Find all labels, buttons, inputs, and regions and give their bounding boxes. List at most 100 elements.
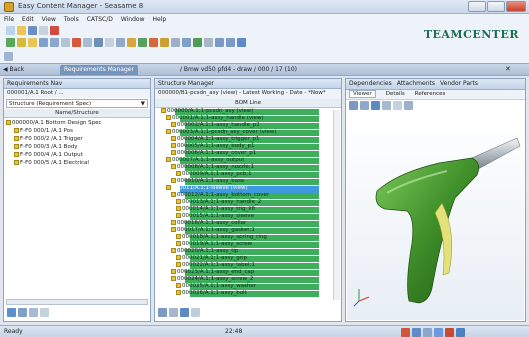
- user-icon[interactable]: [423, 328, 432, 337]
- paste-icon[interactable]: [50, 26, 59, 35]
- sync-icon[interactable]: [412, 328, 421, 337]
- table-row[interactable]: 000014/A.1;1-assy_trig_lift: [176, 206, 255, 213]
- help-icon[interactable]: [237, 38, 246, 47]
- table-row[interactable]: 000024/A.1;1-assy_screw_2: [171, 276, 253, 283]
- section-icon[interactable]: [393, 101, 402, 110]
- copy-icon[interactable]: [17, 38, 26, 47]
- table-row[interactable]: 000003/A.1;1-pcsdn_asy_cover (view): [166, 129, 276, 136]
- table-row[interactable]: 000015/A.1;1-assy_sleeve: [176, 213, 254, 220]
- menu-window[interactable]: Window: [117, 14, 149, 23]
- save-icon[interactable]: [28, 26, 37, 35]
- tree-item[interactable]: F-F0 000/1 /A.1 Pos: [6, 127, 148, 135]
- menu-help[interactable]: Help: [149, 14, 171, 23]
- mail-icon[interactable]: [445, 328, 454, 337]
- tab-attachments[interactable]: Attachments: [397, 80, 435, 87]
- fit-icon[interactable]: [382, 101, 391, 110]
- table-row[interactable]: 000021/A.1;1-assy_grip: [176, 255, 247, 262]
- expand-all-icon[interactable]: [158, 308, 167, 317]
- tree-item[interactable]: F-F0 000/3 /A.1 Body: [6, 143, 148, 151]
- table-row[interactable]: 000020/A.1;1-assy_tip: [171, 248, 238, 255]
- table-row[interactable]: 000012/A.1;1-assy_bottom_cover: [171, 192, 269, 199]
- folder-icon[interactable]: [28, 38, 37, 47]
- pan-icon[interactable]: [360, 101, 369, 110]
- menu-catscd[interactable]: CATSC/D: [83, 14, 117, 23]
- table-row[interactable]: 000008/A.1;1-assy_nozzle;1: [171, 164, 254, 171]
- table-row[interactable]: 000023/A.1;1-assy_end_cap: [171, 269, 254, 276]
- pencil-icon[interactable]: [127, 38, 136, 47]
- cut-icon[interactable]: [39, 26, 48, 35]
- table-row[interactable]: 000009/A.1;1-assy_pcb;1: [176, 171, 252, 178]
- table-row[interactable]: 000004/A.1;1-assy_trigger_p1: [171, 136, 260, 143]
- network-icon[interactable]: [434, 328, 443, 337]
- search-icon[interactable]: [50, 38, 59, 47]
- table-row[interactable]: 000026/A.1;1-assy_bolt: [176, 290, 247, 297]
- zoom-icon[interactable]: [371, 101, 380, 110]
- tab-references[interactable]: References: [415, 91, 446, 97]
- table-row[interactable]: 000006/A.1;1-assy_cover_p1: [171, 150, 256, 157]
- add-icon[interactable]: [7, 308, 16, 317]
- refresh-icon[interactable]: [6, 38, 15, 47]
- table-row[interactable]: 000000/A.1;1-pcsdn_asy (view): [161, 108, 253, 115]
- table-row[interactable]: 000010/A.1;1-assy_base: [171, 178, 244, 185]
- remove-icon[interactable]: [18, 308, 27, 317]
- table-row[interactable]: 000017/A.1;1-assy_gasket;1: [171, 227, 255, 234]
- table-row[interactable]: 000016/A.1;1-assy_collar: [171, 220, 246, 227]
- nav-close-icon[interactable]: ✕: [505, 65, 511, 73]
- tree-item[interactable]: F-F0 000/2 /A.1 Trigger: [6, 135, 148, 143]
- bom-scrollbar[interactable]: [333, 110, 340, 300]
- tree-item[interactable]: F-F0 000/5 /A.1 Electrical: [6, 159, 148, 167]
- tree-item[interactable]: F-F0 000/4 /A.1 Output: [6, 151, 148, 159]
- 3d-viewport[interactable]: [347, 113, 524, 320]
- link-icon[interactable]: [72, 38, 81, 47]
- tab-details[interactable]: Details: [386, 91, 405, 97]
- close-button[interactable]: [506, 1, 526, 12]
- edit-icon[interactable]: [29, 308, 38, 317]
- filter-icon[interactable]: [61, 38, 70, 47]
- collapse-all-icon[interactable]: [169, 308, 178, 317]
- print-icon[interactable]: [171, 38, 180, 47]
- checkout-icon[interactable]: [149, 38, 158, 47]
- find-icon[interactable]: [180, 308, 189, 317]
- export-icon[interactable]: [40, 308, 49, 317]
- grid-view-icon[interactable]: [191, 308, 200, 317]
- rotate-icon[interactable]: [349, 101, 358, 110]
- table-row[interactable]: 000018/A.1;1-assy_spring_ring: [176, 234, 267, 241]
- lock-icon[interactable]: [160, 38, 169, 47]
- table-row[interactable]: 000011/A.1;1-sleeve (view): [166, 185, 248, 192]
- menu-file[interactable]: File: [0, 14, 18, 23]
- notification-icon[interactable]: [401, 328, 410, 337]
- table-row[interactable]: 000022/A.1;1-assy_label;1: [176, 262, 255, 269]
- arrow-right-icon[interactable]: [226, 38, 235, 47]
- tree-icon[interactable]: [193, 38, 202, 47]
- info-icon[interactable]: [456, 328, 465, 337]
- back-button[interactable]: ◀ Back: [3, 66, 24, 73]
- menu-tools[interactable]: Tools: [60, 14, 83, 23]
- tab-requirements-manager[interactable]: Requirements Manager: [60, 65, 138, 75]
- table-row[interactable]: 000025/A.1;1-assy_washer: [176, 283, 256, 290]
- maximize-button[interactable]: [487, 1, 505, 12]
- checkin-icon[interactable]: [138, 38, 147, 47]
- requirements-scrollbar[interactable]: [6, 299, 148, 305]
- home-icon[interactable]: [39, 38, 48, 47]
- menu-edit[interactable]: Edit: [18, 14, 38, 23]
- expand-icon[interactable]: [94, 38, 103, 47]
- table-row[interactable]: 000001/A.1;1-assy_handle (view): [166, 115, 264, 122]
- arrow-left-icon[interactable]: [215, 38, 224, 47]
- structure-dropdown[interactable]: Structure (Requirement Spec) ▼: [6, 99, 148, 108]
- grid-icon[interactable]: [116, 38, 125, 47]
- pin-icon[interactable]: [4, 52, 13, 61]
- table-row[interactable]: 000019/A.1;1-assy_screw: [176, 241, 252, 248]
- minimize-button[interactable]: [468, 1, 486, 12]
- settings-icon[interactable]: [204, 38, 213, 47]
- tab-dependencies[interactable]: Dependencies: [349, 80, 392, 87]
- open-icon[interactable]: [17, 26, 26, 35]
- tab-vendor-parts[interactable]: Vendor Parts: [440, 80, 478, 87]
- tree-item[interactable]: 000000/A.1 Bottom Design Spec: [6, 119, 148, 127]
- menu-view[interactable]: View: [38, 14, 60, 23]
- new-icon[interactable]: [6, 26, 15, 35]
- tab-viewer[interactable]: Viewer: [349, 90, 376, 98]
- table-row[interactable]: 000005/A.1;1-assy_body_p1: [171, 143, 255, 150]
- compare-icon[interactable]: [83, 38, 92, 47]
- table-row[interactable]: 000007/A.1;1-assy_output: [166, 157, 244, 164]
- table-row[interactable]: 000002/A.1;1-assy_handle_p2: [171, 122, 260, 129]
